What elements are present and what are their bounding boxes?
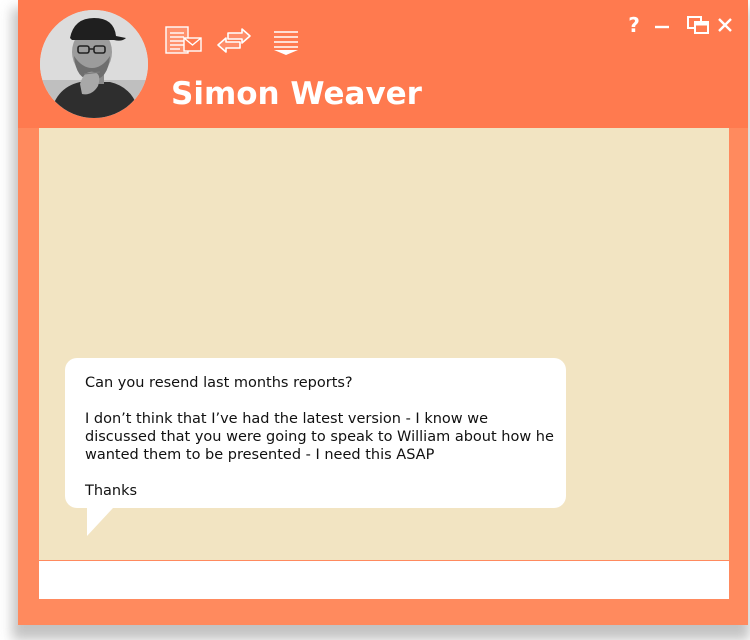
avatar[interactable] xyxy=(40,10,148,118)
chat-window: Simon Weaver ? Can you resend last month… xyxy=(18,0,748,625)
avatar-photo xyxy=(40,10,148,118)
message-bubble[interactable]: Can you resend last months reports? I do… xyxy=(65,358,566,508)
message-paragraph: Can you resend last months reports? xyxy=(85,375,353,391)
message-area[interactable]: Can you resend last months reports? I do… xyxy=(39,128,729,560)
message-input[interactable] xyxy=(39,561,729,599)
restore-icon[interactable] xyxy=(685,12,711,38)
help-icon[interactable]: ? xyxy=(621,12,647,38)
email-icon[interactable] xyxy=(164,24,204,58)
message-text: Can you resend last months reports? I do… xyxy=(85,374,555,500)
menu-collapse-icon[interactable] xyxy=(266,24,306,58)
transfer-arrows-icon[interactable] xyxy=(214,24,254,58)
message-bubble-tail xyxy=(87,508,113,536)
message-paragraph: I don’t think that I’ve had the latest v… xyxy=(85,411,554,463)
message-paragraph: Thanks xyxy=(85,483,138,499)
contact-name: Simon Weaver xyxy=(171,76,422,112)
chat-header: Simon Weaver ? xyxy=(18,0,748,128)
minimize-icon[interactable] xyxy=(649,12,675,38)
close-icon[interactable] xyxy=(712,12,738,38)
